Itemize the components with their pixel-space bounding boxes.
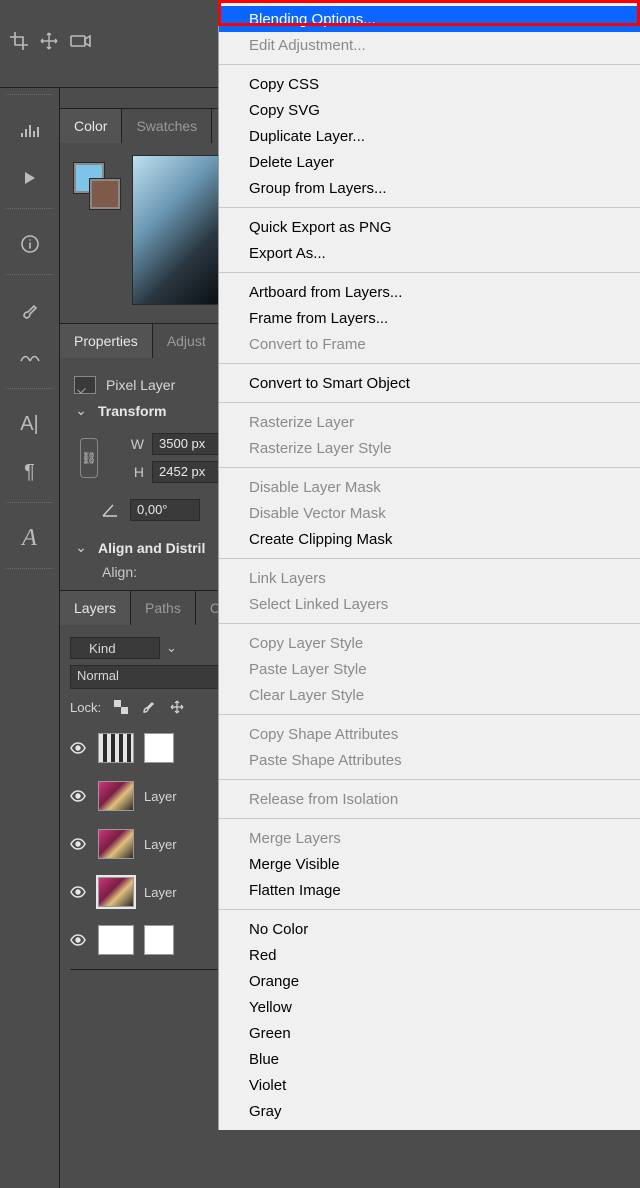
layer-filter-kind[interactable] [70,637,160,659]
crop-tool-icon[interactable] [10,32,28,50]
menu-item: Copy Shape Attributes [219,721,640,747]
menu-item[interactable]: Violet [219,1072,640,1098]
height-label: H [126,464,144,480]
layer-thumb[interactable] [98,781,134,811]
panel-dock: A| ¶ A [0,88,60,1188]
menu-item[interactable]: Export As... [219,240,640,266]
lock-position-icon[interactable] [169,699,185,715]
move-icon[interactable] [40,32,58,50]
menu-item[interactable]: Green [219,1020,640,1046]
angle-field[interactable]: 0,00° [130,499,200,521]
color-ramp[interactable] [132,155,232,305]
menu-item: Paste Layer Style [219,656,640,682]
transform-toggle[interactable]: ⌄ [74,402,88,419]
eye-icon[interactable] [70,838,88,850]
width-field[interactable]: 3500 px [152,433,222,455]
layer-mask-thumb[interactable] [144,925,174,955]
tab-color[interactable]: Color [60,109,122,143]
layer-thumb[interactable] [98,829,134,859]
history-icon[interactable] [0,106,59,154]
pixel-layer-icon [74,376,96,394]
layer-type-label: Pixel Layer [106,377,175,393]
menu-item[interactable]: Delete Layer [219,149,640,175]
chevron-down-icon[interactable]: ⌄ [166,640,177,656]
eye-icon[interactable] [70,790,88,802]
layer-thumb[interactable] [98,877,134,907]
layer-context-menu: Blending Options...Edit Adjustment... Cop… [218,0,640,1130]
lock-label: Lock: [70,700,101,715]
menu-item[interactable]: No Color [219,916,640,942]
menu-item[interactable]: Flatten Image [219,877,640,903]
lock-pixels-icon[interactable] [141,699,157,715]
link-wh-icon[interactable]: ⛓ [80,438,98,478]
info-icon[interactable] [0,220,59,268]
menu-item[interactable]: Artboard from Layers... [219,279,640,305]
menu-item: Rasterize Layer [219,409,640,435]
menu-item: Disable Layer Mask [219,474,640,500]
menu-item[interactable]: Copy SVG [219,97,640,123]
menu-item: Copy Layer Style [219,630,640,656]
menu-item: Disable Vector Mask [219,500,640,526]
width-label: W [126,436,144,452]
menu-item: Link Layers [219,565,640,591]
menu-item: Edit Adjustment... [219,32,640,58]
tab-properties[interactable]: Properties [60,324,153,358]
tab-paths[interactable]: Paths [131,591,196,625]
transform-heading: Transform [98,403,166,419]
layer-name[interactable]: Layer [144,885,177,900]
menu-item[interactable]: Blending Options... [219,6,640,32]
lock-transparency-icon[interactable] [113,699,129,715]
camera-icon[interactable] [70,33,92,49]
eye-icon[interactable] [70,934,88,946]
menu-item[interactable]: Red [219,942,640,968]
layer-thumb[interactable] [98,925,134,955]
eye-icon[interactable] [70,742,88,754]
menu-item[interactable]: Frame from Layers... [219,305,640,331]
menu-item[interactable]: Orange [219,968,640,994]
layer-name[interactable]: Layer [144,837,177,852]
tab-adjust[interactable]: Adjust [153,324,221,358]
menu-item[interactable]: Group from Layers... [219,175,640,201]
menu-item: Release from Isolation [219,786,640,812]
paragraph-panel-icon[interactable]: ¶ [0,448,59,496]
character-panel-icon[interactable]: A| [0,400,59,448]
menu-item: Merge Layers [219,825,640,851]
actions-icon[interactable] [0,154,59,202]
menu-item[interactable]: Quick Export as PNG [219,214,640,240]
layer-name[interactable]: Layer [144,789,177,804]
angle-icon [102,503,120,517]
background-swatch[interactable] [90,179,120,209]
menu-item[interactable]: Create Clipping Mask [219,526,640,552]
menu-item[interactable]: Gray [219,1098,640,1124]
menu-item[interactable]: Duplicate Layer... [219,123,640,149]
menu-item: Clear Layer Style [219,682,640,708]
tab-swatches[interactable]: Swatches [122,109,212,143]
menu-item: Paste Shape Attributes [219,747,640,773]
menu-item[interactable]: Blue [219,1046,640,1072]
menu-item[interactable]: Copy CSS [219,71,640,97]
clone-source-icon[interactable] [0,334,59,382]
menu-item[interactable]: Yellow [219,994,640,1020]
glyphs-panel-icon[interactable]: A [0,514,59,562]
align-heading: Align and Distril [98,540,205,556]
blend-mode-select[interactable]: Normal [70,665,235,689]
height-field[interactable]: 2452 px [152,461,222,483]
tab-layers[interactable]: Layers [60,591,131,625]
brush-settings-icon[interactable] [0,286,59,334]
menu-item: Select Linked Layers [219,591,640,617]
menu-item[interactable]: Merge Visible [219,851,640,877]
eye-icon[interactable] [70,886,88,898]
menu-item: Convert to Frame [219,331,640,357]
menu-item: Rasterize Layer Style [219,435,640,461]
menu-item[interactable]: Convert to Smart Object [219,370,640,396]
layer-mask-thumb[interactable] [144,733,174,763]
layer-thumb[interactable] [98,733,134,763]
align-toggle[interactable]: ⌄ [74,539,88,556]
